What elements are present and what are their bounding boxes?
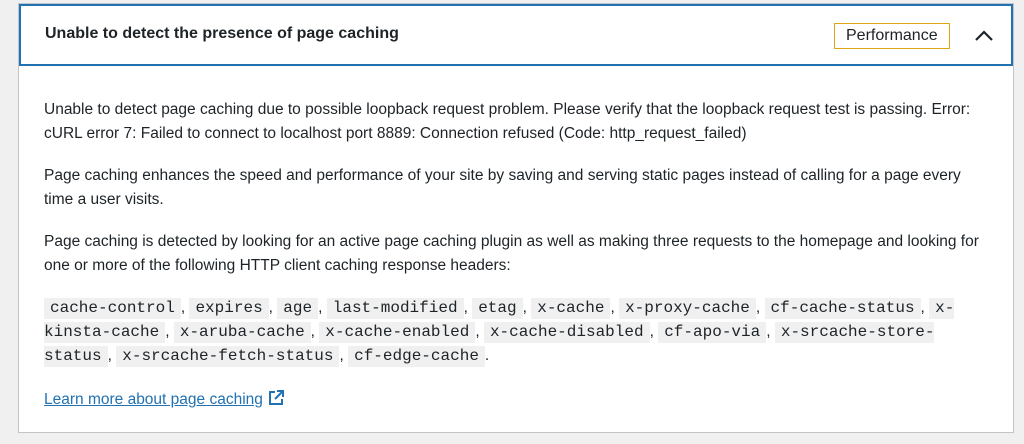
- header-separator: ,: [766, 323, 771, 340]
- header-separator: ,: [755, 299, 761, 316]
- paragraph-detection: Page caching is detected by looking for …: [44, 233, 979, 274]
- header-code: cf-edge-cache: [348, 346, 485, 367]
- header-code: x-cache-enabled: [319, 322, 476, 343]
- header-separator: ,: [180, 299, 186, 316]
- paragraph-error: Unable to detect page caching due to pos…: [44, 101, 971, 142]
- header-code: cf-cache-status: [764, 298, 921, 319]
- category-badge: Performance: [834, 23, 950, 49]
- header-separator: ,: [310, 323, 315, 340]
- header-code: etag: [472, 298, 523, 319]
- header-separator: ,: [318, 299, 323, 316]
- header-code: x-aruba-cache: [173, 322, 311, 343]
- header-separator: ,: [610, 299, 615, 316]
- paragraph-explanation: Page caching enhances the speed and perf…: [44, 167, 961, 208]
- panel-header[interactable]: Unable to detect the presence of page ca…: [19, 4, 1013, 66]
- chevron-up-icon[interactable]: [973, 25, 995, 47]
- site-health-panel: Unable to detect the presence of page ca…: [18, 3, 1014, 433]
- header-separator: ,: [522, 299, 527, 316]
- header-separator: .: [484, 347, 490, 364]
- panel-title: Unable to detect the presence of page ca…: [45, 25, 399, 42]
- header-separator: ,: [475, 323, 480, 340]
- header-separator: ,: [107, 347, 112, 364]
- header-list: cache-control, expires, age, last-modifi…: [44, 296, 994, 368]
- header-code: cache-control: [44, 298, 181, 319]
- external-link-icon: [267, 389, 285, 415]
- header-code: expires: [189, 298, 269, 319]
- header-code: last-modified: [326, 298, 464, 319]
- header-separator: ,: [268, 299, 273, 316]
- header-code: age: [277, 298, 319, 319]
- panel-content: Unable to detect page caching due to pos…: [44, 98, 994, 415]
- header-code: cf-apo-via: [658, 322, 767, 343]
- header-code: x-cache: [531, 298, 611, 319]
- header-separator: ,: [339, 347, 344, 364]
- header-code: x-srcache-fetch-status: [116, 346, 340, 367]
- learn-more-link[interactable]: Learn more about page caching: [44, 390, 285, 408]
- header-code: x-proxy-cache: [619, 298, 756, 319]
- header-separator: ,: [920, 299, 925, 316]
- header-separator: ,: [649, 323, 654, 340]
- header-separator: ,: [463, 299, 468, 316]
- header-code: x-cache-disabled: [483, 322, 650, 343]
- header-separator: ,: [165, 323, 170, 340]
- learn-more-label: Learn more about page caching: [44, 391, 263, 408]
